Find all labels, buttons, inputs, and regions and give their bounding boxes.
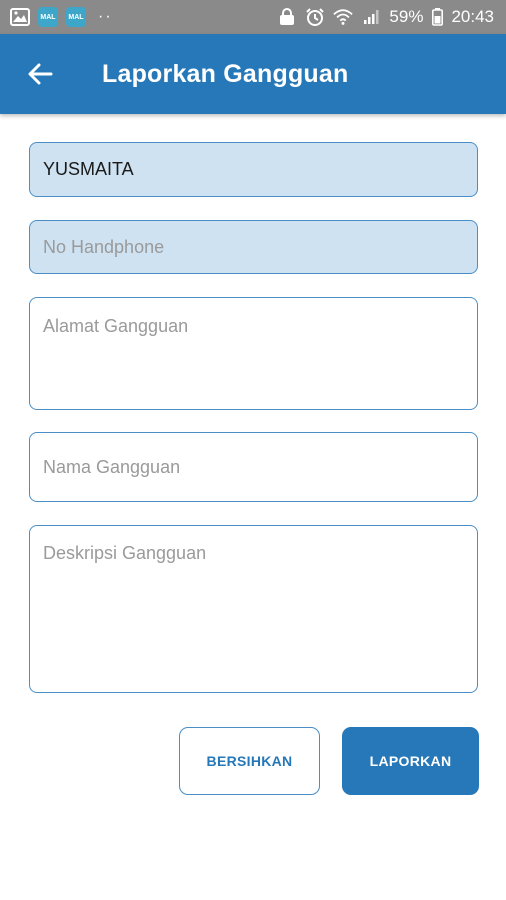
more-notifications-indicator: ··: [98, 8, 113, 25]
signal-icon: [361, 7, 381, 27]
battery-percentage: 59%: [389, 7, 424, 26]
status-bar-left: MAL MAL ··: [10, 7, 113, 27]
arrow-left-icon: [28, 63, 53, 85]
battery-icon: [431, 7, 443, 27]
app-bar: Laporkan Gangguan: [0, 34, 506, 114]
address-field[interactable]: Alamat Gangguan: [29, 297, 478, 410]
clock: 20:43: [451, 7, 494, 26]
submit-report-button[interactable]: LAPORKAN: [342, 727, 479, 795]
name-field-value: YUSMAITA: [43, 159, 134, 179]
phone-field[interactable]: No Handphone: [29, 220, 478, 274]
clear-button[interactable]: BERSIHKAN: [179, 727, 320, 795]
back-button[interactable]: [12, 46, 68, 102]
issue-name-field[interactable]: Nama Gangguan: [29, 432, 478, 502]
description-field[interactable]: Deskripsi Gangguan: [29, 525, 478, 693]
phone-field-placeholder: No Handphone: [43, 236, 165, 257]
issue-name-field-placeholder: Nama Gangguan: [43, 456, 181, 477]
alarm-icon: [305, 7, 325, 27]
page-title: Laporkan Gangguan: [102, 59, 349, 88]
address-field-placeholder: Alamat Gangguan: [43, 316, 189, 336]
status-bar: MAL MAL ·· 59% 20:43: [0, 0, 506, 34]
lock-icon: [277, 7, 297, 27]
wifi-icon: [333, 7, 354, 27]
app-notification-icon: MAL: [66, 7, 86, 27]
status-bar-right: 59% 20:43: [277, 7, 494, 27]
description-field-placeholder: Deskripsi Gangguan: [43, 543, 207, 563]
name-field[interactable]: YUSMAITA: [29, 142, 478, 197]
gallery-icon: [10, 7, 30, 27]
app-notification-icon: MAL: [38, 7, 58, 27]
